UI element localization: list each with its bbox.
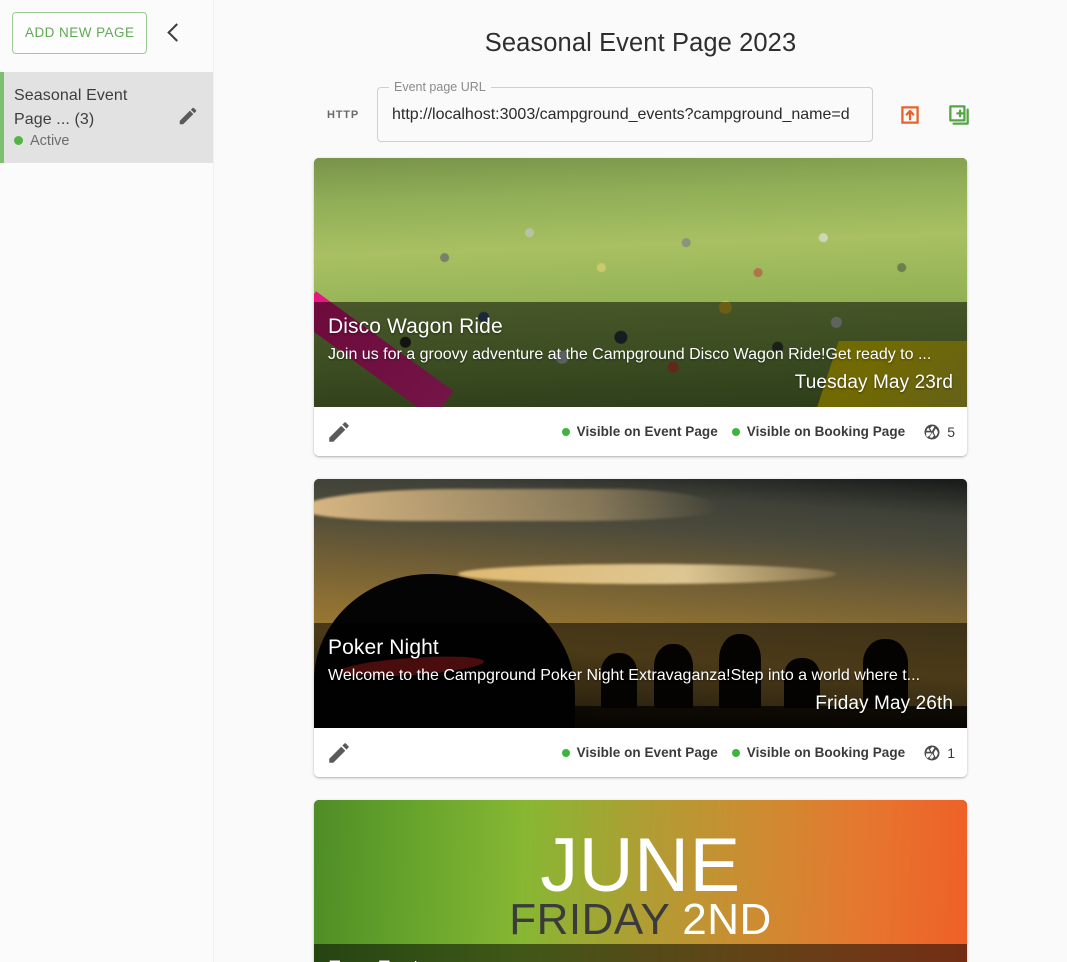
event-card-media: Disco Wagon Ride Join us for a groovy ad… <box>314 158 967 408</box>
visibility-dot-icon <box>561 748 570 757</box>
event-card-footer: Visible on Event Page Visible on Booking… <box>314 407 967 457</box>
event-title: Disco Wagon Ride <box>328 315 503 339</box>
event-title: Poker Night <box>328 636 439 660</box>
visibility-dot-icon <box>731 427 740 436</box>
visible-on-booking-page-chip[interactable]: Visible on Booking Page <box>731 424 906 440</box>
visibility-dot-icon <box>561 427 570 436</box>
june-date-text: 2ND <box>682 895 772 945</box>
add-page-button[interactable] <box>946 102 972 128</box>
event-card-overlay: Fear Factor Welcome to the heart-poundin… <box>314 944 967 962</box>
page-list: Seasonal Event Page ... (3) Active <box>0 71 213 163</box>
event-date: Tuesday May 23rd <box>794 372 953 394</box>
event-title: Fear Factor <box>328 954 953 962</box>
event-card-overlay: Disco Wagon Ride Join us for a groovy ad… <box>314 302 967 408</box>
photo-count-value: 5 <box>947 423 955 440</box>
open-in-new-button[interactable] <box>897 102 923 128</box>
visible-on-event-page-chip[interactable]: Visible on Event Page <box>561 424 718 440</box>
open-in-new-icon <box>897 102 923 128</box>
status-badge: Active <box>30 132 70 149</box>
photo-count[interactable]: 5 <box>923 423 955 441</box>
collapse-sidebar-button[interactable] <box>157 16 191 50</box>
visible-on-event-page-label: Visible on Event Page <box>576 745 718 761</box>
event-card-status-group: Visible on Event Page Visible on Booking… <box>561 744 955 762</box>
event-card[interactable]: Disco Wagon Ride Join us for a groovy ad… <box>314 158 967 457</box>
event-date: Friday May 26th <box>815 693 953 715</box>
chevron-left-icon <box>167 23 186 42</box>
url-row: HTTP Event page URL <box>214 80 1067 152</box>
visible-on-booking-page-label: Visible on Booking Page <box>746 424 906 440</box>
edit-event-pencil-icon[interactable] <box>326 740 352 766</box>
visibility-dot-icon <box>731 748 740 757</box>
visible-on-event-page-chip[interactable]: Visible on Event Page <box>561 745 718 761</box>
event-description: Join us for a groovy adventure at the Ca… <box>328 346 932 364</box>
event-card-media: JUNE FRIDAY 2ND Fear Factor Welcome to t… <box>314 800 967 962</box>
event-card-footer: Visible on Event Page Visible on Booking… <box>314 728 967 778</box>
event-card-media: Poker Night Welcome to the Campground Po… <box>314 479 967 729</box>
visible-on-booking-page-label: Visible on Booking Page <box>746 745 906 761</box>
page-item-status: Active <box>14 133 177 149</box>
june-month-text: JUNE <box>540 823 741 909</box>
june-day-text: FRIDAY <box>509 895 683 945</box>
app-root: ADD NEW PAGE Seasonal Event Page ... (3)… <box>0 0 1067 962</box>
photo-count[interactable]: 1 <box>923 744 955 762</box>
event-card[interactable]: Poker Night Welcome to the Campground Po… <box>314 479 967 778</box>
event-page-url-field[interactable]: Event page URL <box>377 80 873 143</box>
event-card-status-group: Visible on Event Page Visible on Booking… <box>561 423 955 441</box>
event-description: Welcome to the Campground Poker Night Ex… <box>328 667 921 685</box>
sidebar-item-seasonal-event-page[interactable]: Seasonal Event Page ... (3) Active <box>0 71 213 163</box>
june-gradient-graphic: JUNE FRIDAY 2ND <box>314 800 967 962</box>
june-graphic-text: JUNE FRIDAY 2ND <box>314 800 967 962</box>
main-content: Seasonal Event Page 2023 HTTP Event page… <box>214 0 1067 962</box>
visible-on-booking-page-chip[interactable]: Visible on Booking Page <box>731 745 906 761</box>
protocol-label: HTTP <box>327 108 359 121</box>
sidebar-toolbar: ADD NEW PAGE <box>0 0 213 64</box>
event-page-url-legend: Event page URL <box>389 80 491 95</box>
event-card[interactable]: JUNE FRIDAY 2ND Fear Factor Welcome to t… <box>314 800 967 962</box>
aperture-icon <box>923 744 941 762</box>
edit-page-pencil-icon[interactable] <box>177 105 199 127</box>
add-new-page-button[interactable]: ADD NEW PAGE <box>12 12 148 54</box>
pages-sidebar: ADD NEW PAGE Seasonal Event Page ... (3)… <box>0 0 214 962</box>
page-item-title: Seasonal Event Page ... (3) <box>14 86 128 128</box>
page-title: Seasonal Event Page 2023 <box>484 29 797 58</box>
event-card-overlay: Poker Night Welcome to the Campground Po… <box>314 623 967 729</box>
page-item-texts: Seasonal Event Page ... (3) Active <box>14 84 177 149</box>
add-page-icon <box>946 102 972 128</box>
visible-on-event-page-label: Visible on Event Page <box>576 424 718 440</box>
june-subtitle: FRIDAY 2ND <box>314 898 967 942</box>
edit-event-pencil-icon[interactable] <box>326 419 352 445</box>
url-actions <box>897 102 972 128</box>
event-page-url-input[interactable] <box>378 105 872 124</box>
photo-count-value: 1 <box>947 744 955 761</box>
aperture-icon <box>923 423 941 441</box>
event-card-list: Disco Wagon Ride Join us for a groovy ad… <box>214 152 1067 962</box>
status-dot-icon <box>14 136 23 145</box>
